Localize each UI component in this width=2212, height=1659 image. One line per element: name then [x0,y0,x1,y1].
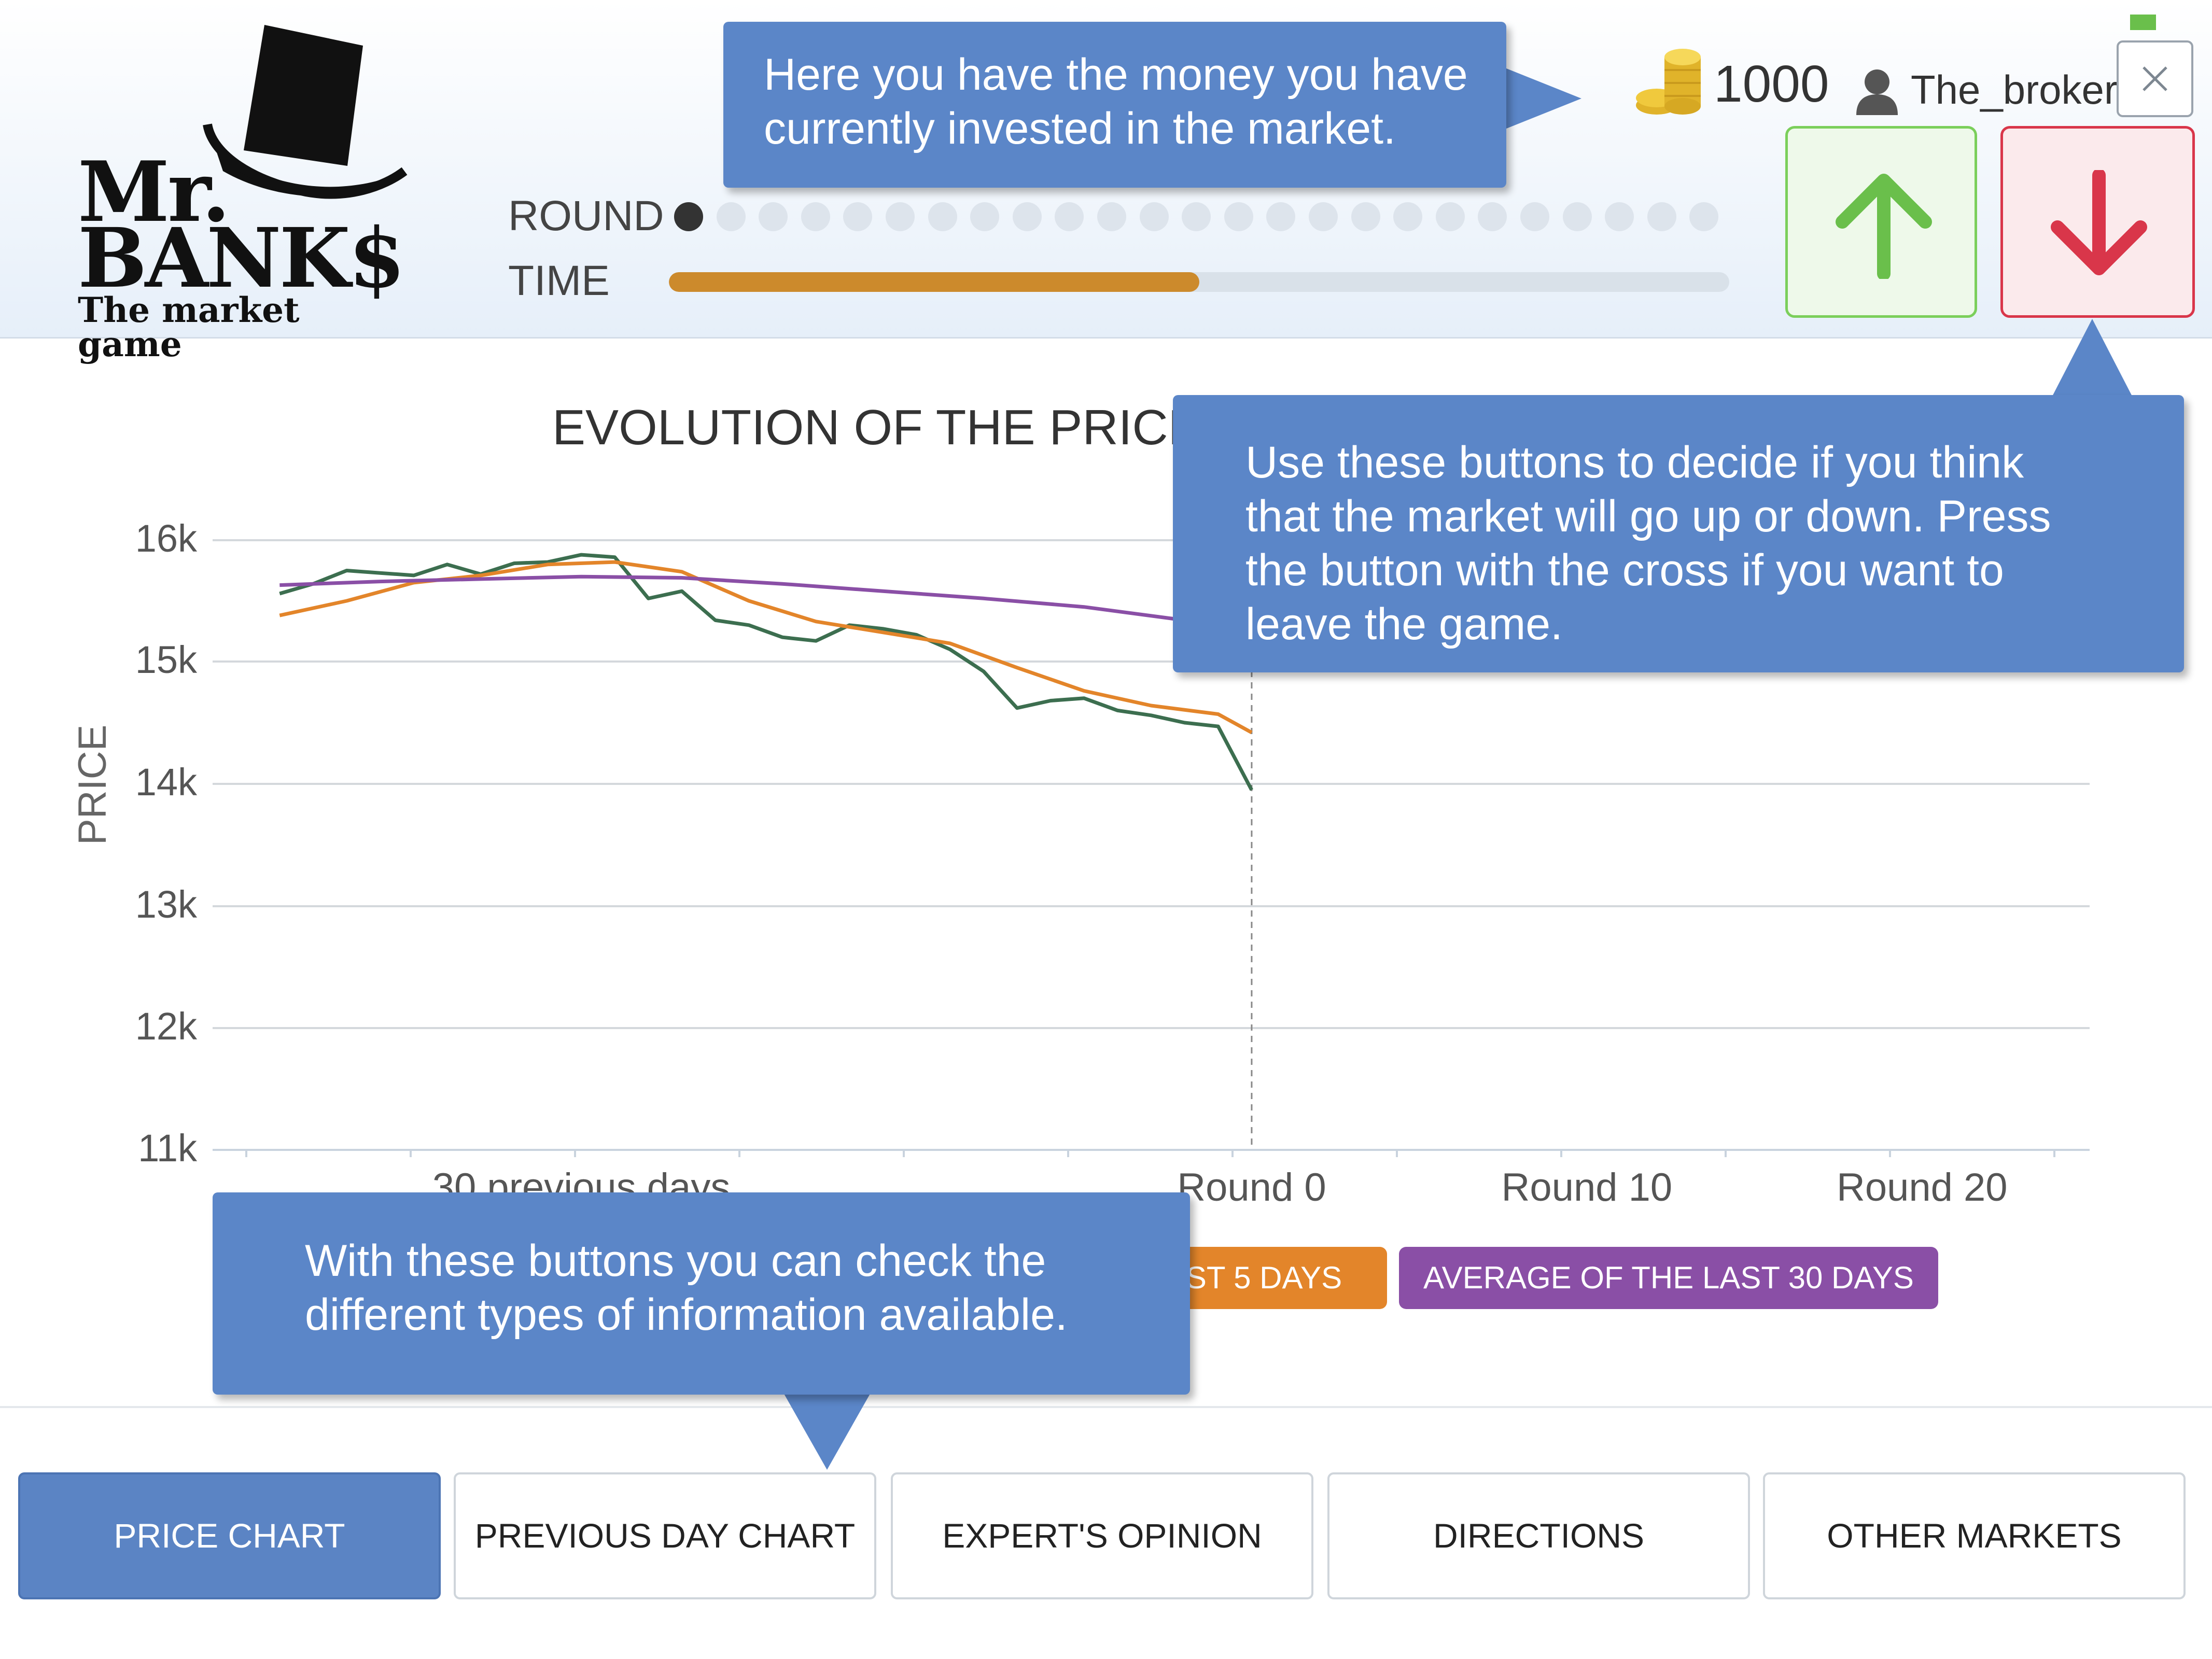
x-tick-label: Round 10 [1502,1165,1673,1210]
tooltip-money-line-1: Here you have the money you have [764,50,1468,100]
tab-other-markets[interactable]: OTHER MARKETS [1763,1472,2186,1599]
tab-previous-day-chart[interactable]: PREVIOUS DAY CHART [454,1472,876,1599]
tab-experts-opinion[interactable]: EXPERT'S OPINION [891,1472,1313,1599]
tooltip-buttons-line-1: Use these buttons to decide if you think [1245,438,2024,487]
tooltip-buttons-line-4: leave the game. [1245,599,1563,649]
y-tick-label: 15k [135,638,198,681]
x-tick-label: Round 20 [1837,1165,2008,1210]
tab-price-chart[interactable]: PRICE CHART [18,1472,441,1599]
avg-30-days-button[interactable]: AVERAGE OF THE LAST 30 DAYS [1399,1247,1938,1309]
tooltip-info: With these buttons you can check the dif… [213,1192,1190,1395]
y-tick-label: 11k [138,1127,198,1170]
y-tick-label: 13k [135,883,198,926]
tooltip-info-line-1: With these buttons you can check the [305,1236,1046,1286]
tooltip-info-line-2: different types of information available… [305,1290,1068,1340]
y-tick-label: 16k [135,517,198,560]
tooltip-info-tail [783,1392,871,1470]
tooltip-buttons-line-3: the button with the cross if you want to [1245,545,2004,595]
x-tick-label: Round 0 [1177,1165,1326,1210]
series-line-price [279,553,1253,791]
divider [0,1406,2212,1408]
tab-directions[interactable]: DIRECTIONS [1327,1472,1750,1599]
y-tick-label: 12k [135,1005,198,1048]
tooltip-money: Here you have the money you have current… [723,22,1506,188]
y-tick-label: 14k [135,761,198,804]
tooltip-buttons-tail [2051,319,2134,399]
tooltip-money-line-2: currently invested in the market. [764,104,1396,153]
tooltip-money-tail [1504,67,1581,130]
tooltip-buttons-line-2: that the market will go up or down. Pres… [1245,491,2051,541]
tooltip-buttons: Use these buttons to decide if you think… [1173,395,2184,672]
